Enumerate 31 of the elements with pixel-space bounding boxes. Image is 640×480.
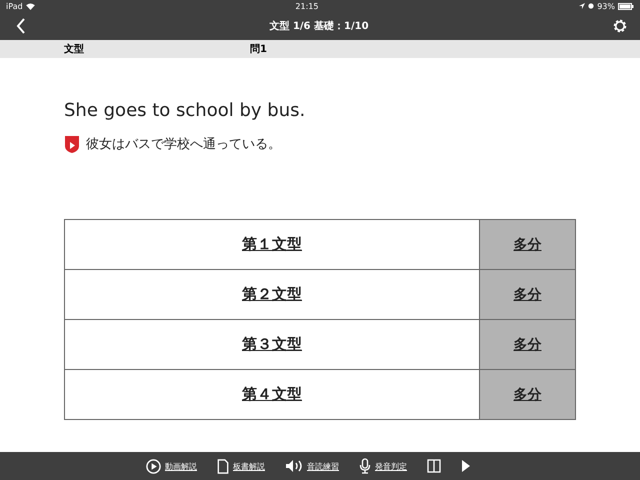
play-icon	[461, 459, 471, 473]
english-sentence: She goes to school by bus.	[64, 100, 306, 121]
settings-icon[interactable]	[612, 18, 628, 34]
screen-title: 文型 1/6 基礎：1/10	[269, 20, 369, 33]
confidence-button[interactable]: 多分	[479, 220, 575, 269]
wifi-icon	[26, 2, 35, 10]
play-tool-button[interactable]	[461, 459, 471, 473]
mic-tool-button[interactable]: 発音判定	[359, 458, 407, 474]
alarm-icon	[588, 3, 594, 9]
document-icon	[217, 458, 229, 474]
battery-percent: 93%	[597, 2, 615, 10]
confidence-button[interactable]: 多分	[479, 270, 575, 319]
translation-badge-icon[interactable]	[64, 135, 80, 153]
japanese-translation: 彼女はバスで学校へ通っている。	[86, 136, 281, 153]
category-label: 文型	[63, 42, 85, 56]
confidence-button[interactable]: 多分	[479, 320, 575, 369]
book-icon	[427, 459, 441, 473]
speaker-icon	[285, 459, 303, 473]
play-circle-icon	[146, 458, 161, 474]
location-icon	[579, 3, 586, 9]
video-tool-button[interactable]: 動画解説	[146, 458, 197, 474]
back-icon[interactable]	[16, 18, 26, 34]
book-tool-button[interactable]	[427, 459, 441, 473]
confidence-button[interactable]: 多分	[479, 370, 575, 419]
microphone-icon	[359, 458, 371, 474]
speaker-tool-button[interactable]: 音読練習	[285, 459, 339, 473]
device-name: iPad	[6, 2, 23, 10]
question-number: 問1	[250, 42, 267, 56]
battery-icon	[618, 2, 634, 10]
document-tool-button[interactable]: 板書解説	[217, 458, 265, 474]
clock: 21:15	[295, 2, 318, 10]
